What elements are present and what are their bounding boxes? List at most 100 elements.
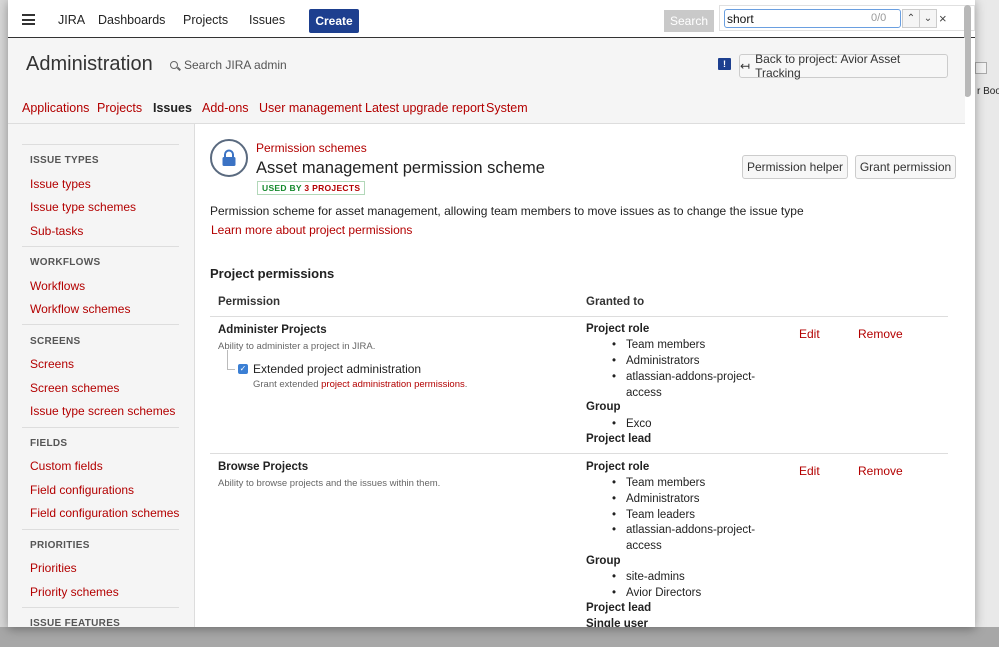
permission-name: Administer Projects [218, 324, 327, 336]
grant-type-heading: Project role [586, 461, 650, 473]
admin-search[interactable]: Search JIRA admin [170, 58, 287, 72]
menu-icon[interactable] [22, 14, 35, 25]
nav-projects[interactable]: Projects [183, 13, 228, 27]
tab-projects[interactable]: Projects [97, 101, 142, 115]
back-to-project-button[interactable]: ↤ Back to project: Avior Asset Tracking [739, 52, 948, 80]
breadcrumb[interactable]: Permission schemes [256, 141, 367, 155]
sidebar: ISSUE TYPES Issue types Issue type schem… [8, 124, 195, 627]
sidebar-item-sub-tasks[interactable]: Sub-tasks [30, 224, 83, 238]
permission-helper-button[interactable]: Permission helper [742, 155, 848, 179]
background-window-right: r Boo [975, 0, 999, 647]
sidebar-item-field-configuration-schemes[interactable]: Field configuration schemes [30, 506, 179, 520]
table-divider [210, 453, 948, 454]
remove-link[interactable]: Remove [858, 464, 903, 478]
permission-description: Ability to administer a project in JIRA. [218, 341, 376, 352]
nav-dashboards[interactable]: Dashboards [98, 13, 165, 27]
background-checkbox [975, 62, 987, 74]
nav-issues[interactable]: Issues [249, 13, 285, 27]
admin-search-placeholder: Search JIRA admin [184, 58, 287, 72]
table-divider [210, 316, 948, 317]
sidebar-item-field-configurations[interactable]: Field configurations [30, 483, 134, 497]
scheme-avatar [210, 139, 248, 177]
extended-admin-checkbox[interactable]: ✓ [238, 364, 248, 374]
sub-desc-prefix: Grant extended [253, 379, 319, 390]
search-icon [170, 61, 178, 69]
sidebar-item-screen-schemes[interactable]: Screen schemes [30, 381, 119, 395]
find-next-button[interactable]: ⌄ [919, 9, 937, 28]
browser-window: JIRA Dashboards Projects Issues Create S… [8, 0, 975, 627]
sidebar-section-fields: FIELDS [30, 438, 68, 449]
sidebar-item-issue-type-screen-schemes[interactable]: Issue type screen schemes [30, 404, 175, 418]
grant-item: Administrators [612, 492, 776, 508]
project-admin-permissions-link[interactable]: project administration permissions [321, 379, 465, 390]
sidebar-section-priorities: PRIORITIES [30, 540, 90, 551]
sidebar-divider [22, 144, 179, 145]
sidebar-divider [22, 246, 179, 247]
badge-count: 3 PROJECTS [304, 183, 361, 193]
tab-system[interactable]: System [486, 101, 528, 115]
section-title: Project permissions [210, 266, 335, 281]
column-header-permission: Permission [218, 296, 280, 308]
close-icon[interactable]: × [939, 11, 947, 26]
find-match-count: 0/0 [871, 12, 887, 24]
back-button-label: Back to project: Avior Asset Tracking [755, 52, 901, 80]
tab-issues[interactable]: Issues [153, 101, 192, 115]
background-text: r Boo [977, 86, 999, 97]
grant-type-heading: Single user [586, 618, 648, 627]
grant-item: Team members [612, 476, 776, 492]
remove-link[interactable]: Remove [858, 327, 903, 341]
feedback-icon[interactable]: ! [718, 58, 731, 70]
jira-logo[interactable]: JIRA [58, 13, 85, 27]
tab-user-management[interactable]: User management [259, 101, 362, 115]
sidebar-item-priorities[interactable]: Priorities [30, 561, 77, 575]
grant-item: site-admins [612, 570, 776, 586]
grant-type-heading: Group [586, 555, 621, 567]
scheme-title: Asset management permission scheme [256, 159, 545, 177]
sidebar-divider [22, 529, 179, 530]
sidebar-item-screens[interactable]: Screens [30, 357, 74, 371]
sidebar-section-issue-features: ISSUE FEATURES [30, 618, 121, 627]
create-button[interactable]: Create [309, 9, 359, 33]
admin-header: Administration Search JIRA admin ! ↤ Back… [8, 38, 965, 93]
scrollbar[interactable] [964, 5, 971, 97]
edit-link[interactable]: Edit [799, 327, 820, 341]
grant-type-heading: Project role [586, 323, 650, 335]
tab-applications[interactable]: Applications [22, 101, 89, 115]
permission-name: Browse Projects [218, 461, 309, 473]
learn-more-link[interactable]: Learn more about project permissions [211, 223, 412, 237]
sub-permission-name: Extended project administration [253, 362, 422, 376]
search-button[interactable]: Search [664, 10, 714, 32]
grant-type-heading: Project lead [586, 602, 652, 614]
sidebar-item-workflows[interactable]: Workflows [30, 279, 85, 293]
sidebar-item-priority-schemes[interactable]: Priority schemes [30, 585, 119, 599]
top-navigation: JIRA Dashboards Projects Issues Create S… [8, 0, 975, 38]
lock-icon [222, 149, 236, 166]
find-bar: 0/0 ⌃ ⌄ × [719, 5, 975, 31]
main-content: Permission schemes Asset management perm… [196, 124, 965, 627]
grant-item: Team leaders [612, 508, 776, 524]
desktop-bottom [0, 627, 999, 647]
sidebar-item-issue-types[interactable]: Issue types [30, 177, 91, 191]
sidebar-item-custom-fields[interactable]: Custom fields [30, 459, 103, 473]
sidebar-section-workflows: WORKFLOWS [30, 257, 101, 268]
scheme-description: Permission scheme for asset management, … [210, 204, 804, 218]
column-header-granted-to: Granted to [586, 296, 645, 308]
sidebar-item-issue-type-schemes[interactable]: Issue type schemes [30, 200, 136, 214]
chevron-up-icon: ⌃ [906, 13, 916, 24]
sidebar-item-workflow-schemes[interactable]: Workflow schemes [30, 302, 130, 316]
sidebar-divider [22, 324, 179, 325]
sub-permission-description: Grant extended project administration pe… [253, 379, 467, 390]
find-previous-button[interactable]: ⌃ [902, 9, 920, 28]
grant-item: Team members [612, 338, 776, 354]
used-by-badge[interactable]: USED BY 3 PROJECTS [257, 181, 366, 195]
edit-link[interactable]: Edit [799, 464, 820, 478]
permission-description: Ability to browse projects and the issue… [218, 478, 441, 489]
tree-connector [227, 350, 235, 370]
back-arrow-icon: ↤ [740, 59, 751, 73]
grant-permission-button[interactable]: Grant permission [855, 155, 956, 179]
tab-add-ons[interactable]: Add-ons [202, 101, 249, 115]
grant-type-heading: Group [586, 401, 621, 413]
page-title: Administration [26, 53, 153, 75]
tab-latest-upgrade-report[interactable]: Latest upgrade report [365, 101, 485, 115]
admin-tabs: Applications Projects Issues Add-ons Use… [8, 93, 965, 124]
